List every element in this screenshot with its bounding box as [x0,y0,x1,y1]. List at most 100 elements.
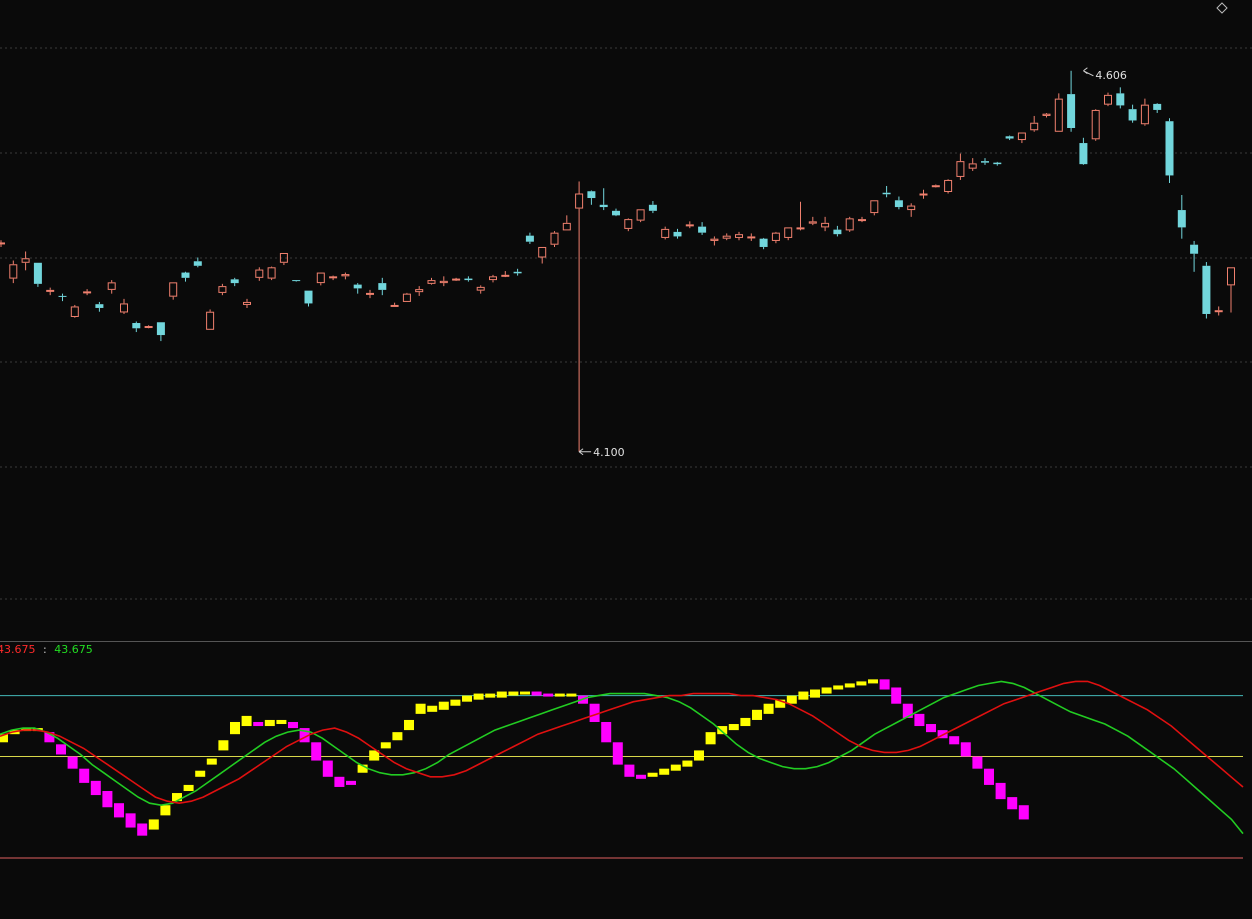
candle [513,268,522,276]
candle-body [378,283,387,290]
indicator-block [984,768,994,785]
candle [415,286,424,296]
candle-body [907,205,916,211]
candle [735,231,743,241]
candle [956,153,965,180]
candle [919,189,928,199]
candle-body [218,286,227,293]
candle [452,277,461,281]
indicator-block [763,703,774,714]
candle-body [427,280,436,284]
candle-body [575,193,584,209]
candle-body [1128,109,1137,121]
candle-body [1116,93,1125,106]
candle-body [304,290,313,304]
candle [476,285,485,294]
indicator-block [404,719,414,731]
candle [243,298,251,308]
candle [83,289,92,296]
candle-body [95,304,104,308]
diamond-outline-icon[interactable] [1216,2,1228,14]
indicator-block [148,819,159,830]
indicator-block [392,732,403,741]
candle [599,188,608,211]
candle-body [316,272,325,284]
candle [255,267,264,281]
candle [525,232,534,244]
candle-body [722,235,731,239]
candle-body [1165,121,1174,176]
candle-body [894,200,903,208]
candle [1017,132,1026,144]
indicator-block [601,721,612,743]
candle [993,161,1002,166]
candle-body [243,301,251,305]
candle-body [673,231,682,237]
low-price-arrow-icon [578,448,592,456]
candle-body [452,278,461,281]
candle [796,201,805,231]
candle [931,184,940,188]
candle-body [1104,94,1112,105]
indicator-block [949,736,960,745]
candle-body [612,210,620,216]
candle-body [931,185,940,188]
candle-body [784,227,793,238]
candle [1091,109,1100,141]
candle-body [550,232,559,245]
stock-chart-canvas[interactable]: 4.606 4.100 43.675 : 43.675 [0,0,1252,919]
candle [366,289,374,299]
indicator-block [1007,797,1018,810]
candle-body [230,279,239,284]
candle-body [808,221,817,224]
candle [316,272,325,286]
indicator-block [705,732,716,745]
candle [439,276,448,287]
candle [329,275,338,281]
candle [968,158,977,171]
candle-body [1140,104,1149,125]
candle-body [968,163,977,169]
candle-body [341,274,350,277]
candle [1067,70,1076,132]
indicator-block [160,805,171,816]
high-price-arrow-icon [1083,67,1094,77]
candle [587,190,596,205]
candle [169,282,178,300]
candle-body [21,258,30,263]
indicator-block [612,742,623,765]
indicator-block [230,721,240,735]
candle [1005,135,1014,141]
candle [845,216,854,232]
candle-body [1177,210,1186,228]
candle [1140,98,1149,126]
candle [821,216,830,232]
candle-body [439,280,448,284]
candle [1104,92,1112,107]
indicator-block [821,687,832,694]
candle [1116,87,1125,109]
indicator-block [241,715,252,727]
indicator-block [972,756,983,769]
candle-body [1190,244,1199,254]
candle [402,292,411,302]
indicator-block [183,784,194,792]
candle-body [0,242,5,245]
candle-body [993,162,1002,165]
candle-body [193,261,202,266]
candle-body [1017,132,1026,141]
candle-body [366,292,374,295]
candle-body [132,323,141,329]
candle [107,280,116,294]
candle [882,185,891,198]
candle [341,272,350,280]
candle-body [735,234,743,238]
candle [747,233,756,241]
indicator-block [415,703,426,714]
indicator-block [566,693,577,697]
candle-body [513,271,522,274]
candle-body [120,303,128,313]
candle [132,321,141,333]
candle-body [501,274,510,277]
indicator-block [276,719,287,725]
